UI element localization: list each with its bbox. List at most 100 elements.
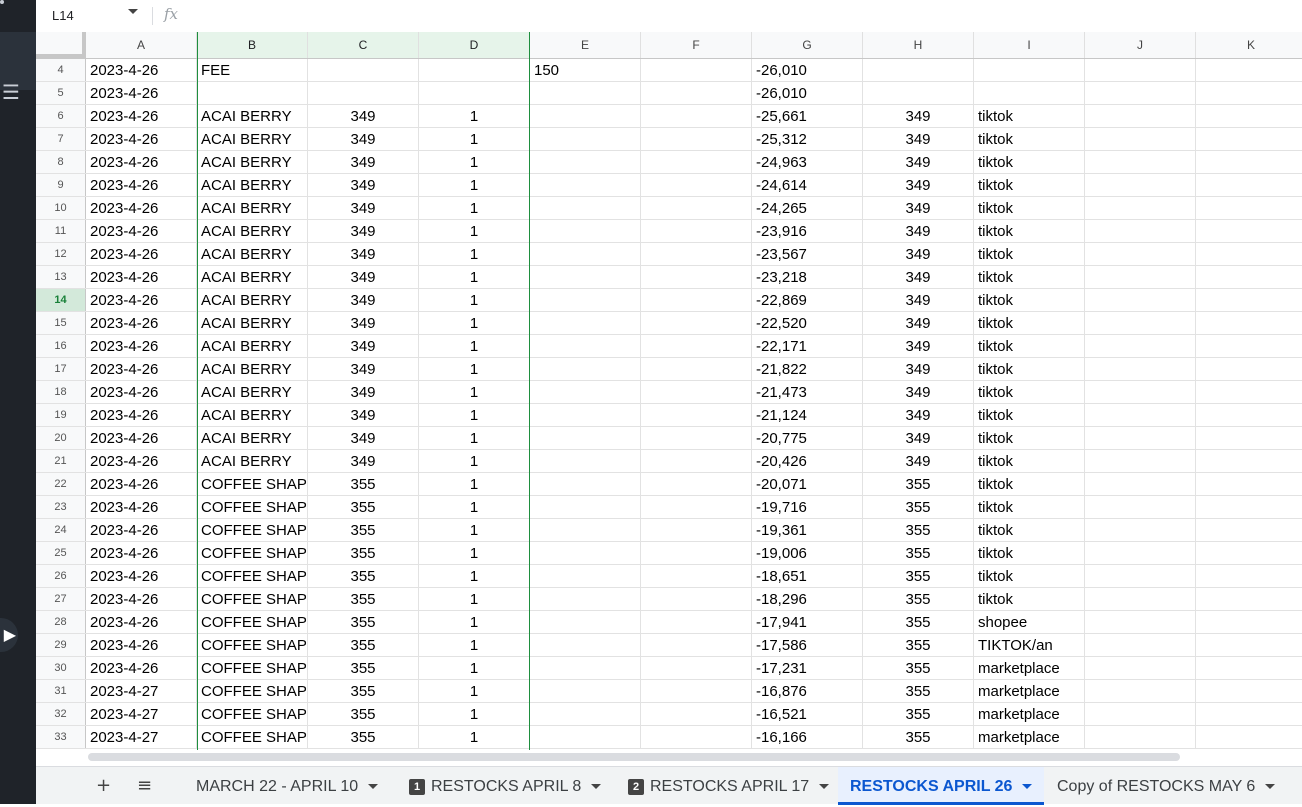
cell-f26[interactable] [641, 565, 752, 587]
cell-h29[interactable]: 355 [863, 634, 974, 656]
cell-j31[interactable] [1085, 680, 1196, 702]
cell-a33[interactable]: 2023-4-27 [86, 726, 197, 748]
cell-b26[interactable]: COFFEE SHAP [197, 565, 308, 587]
cell-f5[interactable] [641, 82, 752, 104]
cell-j28[interactable] [1085, 611, 1196, 633]
cell-f29[interactable] [641, 634, 752, 656]
cell-d29[interactable]: 1 [419, 634, 530, 656]
row-header[interactable]: 10 [36, 197, 86, 219]
cell-h6[interactable]: 349 [863, 105, 974, 127]
cell-f32[interactable] [641, 703, 752, 725]
cell-a6[interactable]: 2023-4-26 [86, 105, 197, 127]
cell-j17[interactable] [1085, 358, 1196, 380]
add-sheet-button[interactable]: + [96, 773, 111, 799]
cell-c23[interactable]: 355 [308, 496, 419, 518]
sheet-tab[interactable]: 2 RESTOCKS APRIL 17 [616, 767, 841, 805]
cell-k13[interactable] [1196, 266, 1302, 288]
cell-b30[interactable]: COFFEE SHAP [197, 657, 308, 679]
cell-f16[interactable] [641, 335, 752, 357]
cell-e24[interactable] [530, 519, 641, 541]
cell-d20[interactable]: 1 [419, 427, 530, 449]
cell-g11[interactable]: -23,916 [752, 220, 863, 242]
column-header-k[interactable]: K [1196, 32, 1302, 58]
cell-e8[interactable] [530, 151, 641, 173]
cell-g15[interactable]: -22,520 [752, 312, 863, 334]
cell-g30[interactable]: -17,231 [752, 657, 863, 679]
row-header[interactable]: 33 [36, 726, 86, 748]
cell-h27[interactable]: 355 [863, 588, 974, 610]
sheet-tab[interactable]: MARCH 22 - APRIL 10 [184, 767, 390, 805]
cell-d21[interactable]: 1 [419, 450, 530, 472]
cell-g31[interactable]: -16,876 [752, 680, 863, 702]
row-header[interactable]: 13 [36, 266, 86, 288]
cell-d4[interactable] [419, 59, 530, 81]
name-box[interactable]: L14 [36, 4, 146, 28]
cell-g8[interactable]: -24,963 [752, 151, 863, 173]
cell-b10[interactable]: ACAI BERRY [197, 197, 308, 219]
cell-i19[interactable]: tiktok [974, 404, 1085, 426]
cell-f4[interactable] [641, 59, 752, 81]
cell-e9[interactable] [530, 174, 641, 196]
cell-h17[interactable]: 349 [863, 358, 974, 380]
cell-j32[interactable] [1085, 703, 1196, 725]
cell-c10[interactable]: 349 [308, 197, 419, 219]
cell-d8[interactable]: 1 [419, 151, 530, 173]
cell-e33[interactable] [530, 726, 641, 748]
name-box-dropdown-icon[interactable] [128, 9, 138, 14]
cell-a23[interactable]: 2023-4-26 [86, 496, 197, 518]
cell-h21[interactable]: 349 [863, 450, 974, 472]
cell-d11[interactable]: 1 [419, 220, 530, 242]
cell-h33[interactable]: 355 [863, 726, 974, 748]
cell-k16[interactable] [1196, 335, 1302, 357]
cell-c31[interactable]: 355 [308, 680, 419, 702]
cell-b12[interactable]: ACAI BERRY [197, 243, 308, 265]
cell-c21[interactable]: 349 [308, 450, 419, 472]
cell-h14[interactable]: 349 [863, 289, 974, 311]
cell-d16[interactable]: 1 [419, 335, 530, 357]
cell-k32[interactable] [1196, 703, 1302, 725]
row-header[interactable]: 21 [36, 450, 86, 472]
cell-e15[interactable] [530, 312, 641, 334]
cell-k19[interactable] [1196, 404, 1302, 426]
cell-e30[interactable] [530, 657, 641, 679]
spreadsheet-grid[interactable]: ABCDEFGHIJK 4 2023-4-26 FEE 150 -26,010 5 2023… [36, 32, 1302, 750]
tab-dropdown-icon[interactable] [819, 784, 830, 790]
cell-c14[interactable]: 349 [308, 289, 419, 311]
row-header[interactable]: 22 [36, 473, 86, 495]
cell-g18[interactable]: -21,473 [752, 381, 863, 403]
cell-c7[interactable]: 349 [308, 128, 419, 150]
cell-h7[interactable]: 349 [863, 128, 974, 150]
cell-d7[interactable]: 1 [419, 128, 530, 150]
cell-c29[interactable]: 355 [308, 634, 419, 656]
tab-dropdown-icon[interactable] [591, 784, 602, 790]
cell-d6[interactable]: 1 [419, 105, 530, 127]
cell-k14[interactable] [1196, 289, 1302, 311]
cell-c32[interactable]: 355 [308, 703, 419, 725]
cell-g27[interactable]: -18,296 [752, 588, 863, 610]
cell-f10[interactable] [641, 197, 752, 219]
cell-j20[interactable] [1085, 427, 1196, 449]
cell-j10[interactable] [1085, 197, 1196, 219]
cell-i5[interactable] [974, 82, 1085, 104]
cell-g10[interactable]: -24,265 [752, 197, 863, 219]
cell-e28[interactable] [530, 611, 641, 633]
cell-a32[interactable]: 2023-4-27 [86, 703, 197, 725]
cell-e25[interactable] [530, 542, 641, 564]
cell-c19[interactable]: 349 [308, 404, 419, 426]
cell-k26[interactable] [1196, 565, 1302, 587]
cell-g29[interactable]: -17,586 [752, 634, 863, 656]
row-header[interactable]: 32 [36, 703, 86, 725]
cell-h23[interactable]: 355 [863, 496, 974, 518]
cell-a4[interactable]: 2023-4-26 [86, 59, 197, 81]
cell-h20[interactable]: 349 [863, 427, 974, 449]
row-header[interactable]: 7 [36, 128, 86, 150]
cell-j14[interactable] [1085, 289, 1196, 311]
cell-k20[interactable] [1196, 427, 1302, 449]
row-header[interactable]: 4 [36, 59, 86, 81]
cell-h15[interactable]: 349 [863, 312, 974, 334]
cell-e5[interactable] [530, 82, 641, 104]
cell-a24[interactable]: 2023-4-26 [86, 519, 197, 541]
row-header[interactable]: 17 [36, 358, 86, 380]
cell-e26[interactable] [530, 565, 641, 587]
cell-c4[interactable] [308, 59, 419, 81]
